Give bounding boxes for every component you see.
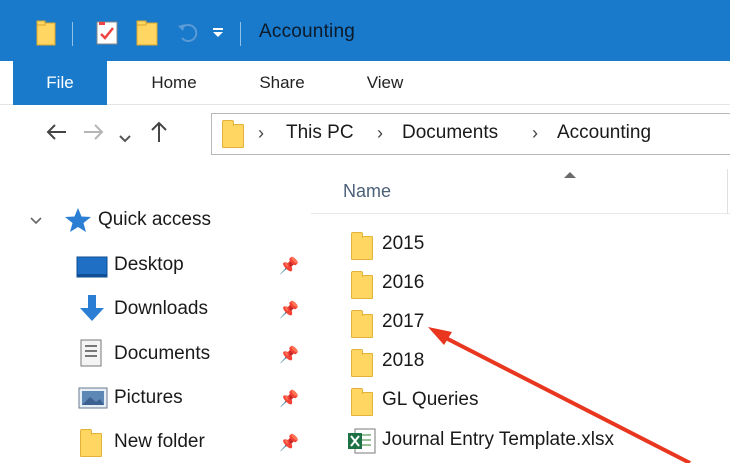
navigation-pane: Quick access Desktop 📌 Downloads 📌 Docum…	[0, 169, 311, 463]
pin-icon[interactable]: 📌	[279, 389, 299, 409]
chevron-right-icon[interactable]: ›	[532, 123, 538, 144]
list-item[interactable]: 2017	[311, 304, 730, 342]
recent-dropdown-icon[interactable]	[118, 125, 132, 153]
breadcrumb-documents[interactable]: Documents	[402, 122, 498, 144]
tab-home[interactable]: Home	[136, 61, 212, 105]
tab-share[interactable]: Share	[244, 61, 320, 105]
column-header-label: Name	[343, 181, 392, 201]
title-bar: Accounting	[0, 0, 730, 61]
folder-icon	[351, 349, 373, 377]
file-name: 2015	[382, 233, 425, 254]
pin-icon[interactable]: 📌	[279, 300, 299, 320]
file-name: 2017	[382, 311, 425, 332]
file-list: Name 2015 2016 2017 2018 GL Queries Jour…	[311, 169, 730, 463]
customize-dropdown-icon[interactable]	[212, 26, 224, 44]
column-header-name[interactable]: Name	[311, 169, 730, 214]
pin-icon[interactable]: 📌	[279, 345, 299, 365]
address-bar[interactable]: › This PC › Documents › Accounting	[211, 113, 730, 155]
folder-icon	[351, 310, 373, 338]
folder-icon	[351, 271, 373, 299]
file-name: 2016	[382, 272, 425, 293]
folder-icon	[222, 120, 244, 148]
nav-item-new-folder[interactable]: New folder 📌	[0, 423, 311, 463]
back-arrow-icon[interactable]	[44, 119, 70, 152]
file-name: Journal Entry Template.xlsx	[382, 429, 614, 450]
list-item[interactable]: GL Queries	[311, 382, 730, 420]
properties-icon[interactable]	[96, 20, 118, 51]
folder-icon	[351, 388, 373, 416]
file-name: 2018	[382, 350, 425, 371]
desktop-icon	[76, 256, 108, 283]
nav-quick-access[interactable]: Quick access	[0, 201, 311, 241]
nav-label: Desktop	[114, 254, 184, 275]
nav-item-desktop[interactable]: Desktop 📌	[0, 246, 311, 286]
nav-label: Quick access	[98, 209, 211, 230]
new-folder-icon[interactable]	[136, 20, 158, 51]
folder-icon[interactable]	[36, 20, 56, 51]
toolbar-separator	[72, 22, 73, 46]
window-title: Accounting	[259, 21, 356, 42]
ribbon-tabs: File Home Share View	[0, 61, 730, 105]
nav-label: Documents	[114, 343, 211, 364]
list-item[interactable]: 2016	[311, 265, 730, 303]
sort-ascending-icon	[564, 172, 576, 178]
breadcrumb-this-pc[interactable]: This PC	[286, 122, 354, 144]
nav-label: Pictures	[114, 387, 183, 408]
pin-icon[interactable]: 📌	[279, 433, 299, 453]
chevron-down-icon[interactable]	[30, 214, 42, 232]
chevron-right-icon[interactable]: ›	[258, 123, 264, 144]
toolbar-separator	[240, 22, 241, 46]
download-icon	[78, 294, 106, 329]
pictures-icon	[78, 387, 108, 414]
list-item[interactable]: Journal Entry Template.xlsx	[311, 422, 730, 460]
file-name: GL Queries	[382, 389, 479, 410]
list-item[interactable]: 2015	[311, 226, 730, 264]
folder-icon	[351, 232, 373, 260]
pin-icon[interactable]: 📌	[279, 256, 299, 276]
excel-file-icon	[347, 428, 377, 459]
tab-view[interactable]: View	[350, 61, 420, 105]
nav-item-pictures[interactable]: Pictures 📌	[0, 379, 311, 419]
tab-file[interactable]: File	[13, 61, 107, 105]
list-item[interactable]: 2018	[311, 343, 730, 381]
documents-icon	[80, 339, 102, 372]
undo-icon[interactable]	[176, 20, 198, 49]
star-icon	[64, 207, 92, 238]
up-arrow-icon[interactable]	[146, 119, 172, 152]
breadcrumb-accounting[interactable]: Accounting	[557, 122, 651, 144]
nav-item-downloads[interactable]: Downloads 📌	[0, 290, 311, 330]
nav-label: Downloads	[114, 298, 208, 319]
nav-label: New folder	[114, 431, 205, 452]
nav-item-documents[interactable]: Documents 📌	[0, 335, 311, 375]
column-divider[interactable]	[727, 169, 728, 214]
forward-arrow-icon[interactable]	[80, 119, 106, 152]
chevron-right-icon[interactable]: ›	[377, 123, 383, 144]
folder-icon	[80, 429, 102, 457]
